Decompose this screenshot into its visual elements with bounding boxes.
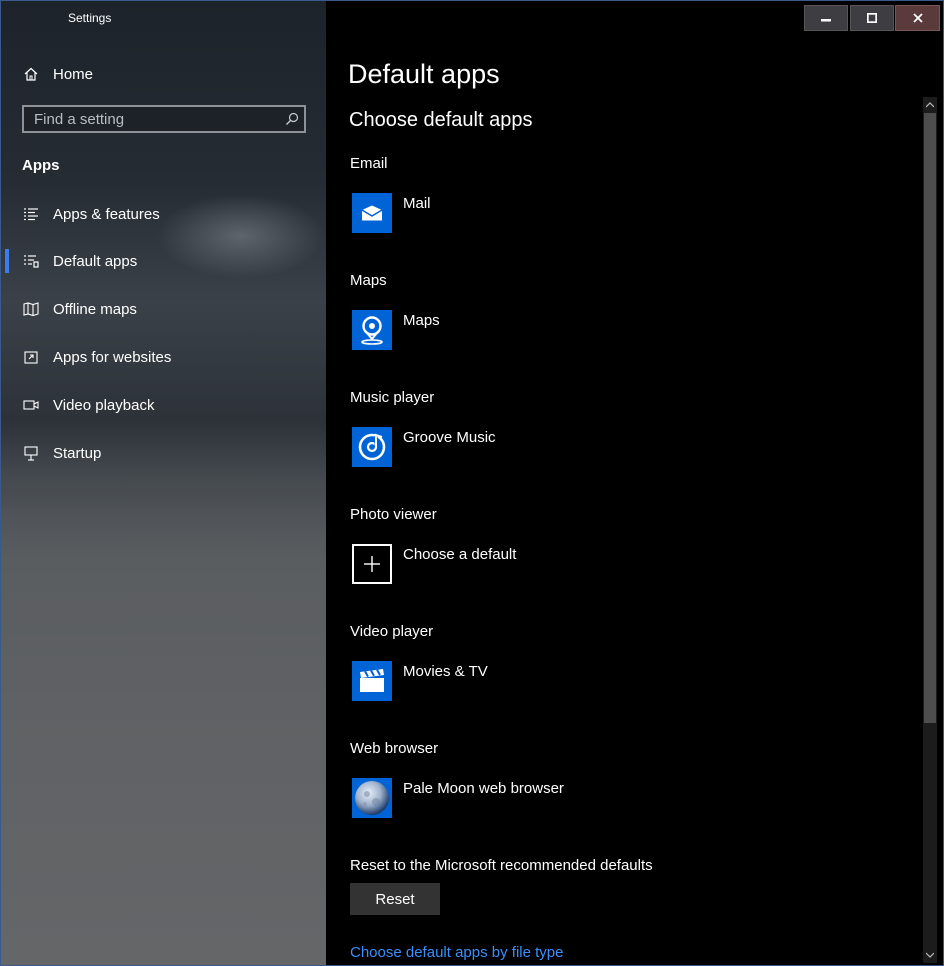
category-label-web-browser: Web browser bbox=[350, 740, 439, 757]
scroll-thumb[interactable] bbox=[924, 113, 936, 723]
home-label: Home bbox=[53, 65, 94, 83]
sidebar-item-label: Apps for websites bbox=[53, 348, 172, 366]
default-apps-icon bbox=[21, 253, 41, 269]
minimize-icon bbox=[821, 19, 831, 22]
sidebar-item-apps-features[interactable]: Apps & features bbox=[1, 202, 321, 226]
reset-button[interactable]: Reset bbox=[350, 883, 440, 915]
section-heading-apps: Apps bbox=[22, 157, 60, 174]
app-name: Movies & TV bbox=[403, 663, 488, 680]
minimize-button[interactable] bbox=[804, 5, 848, 31]
app-name: Groove Music bbox=[403, 429, 496, 446]
category-label-music-player: Music player bbox=[350, 389, 435, 406]
maps-pin-icon bbox=[352, 310, 392, 350]
maximize-icon bbox=[867, 13, 877, 23]
sidebar-item-apps-for-websites[interactable]: Apps for websites bbox=[1, 345, 321, 369]
default-app-web-browser[interactable]: Pale Moon web browser bbox=[352, 778, 564, 818]
sidebar-item-video-playback[interactable]: Video playback bbox=[1, 393, 321, 417]
video-camera-icon bbox=[21, 397, 41, 413]
app-name: Choose a default bbox=[403, 546, 517, 563]
category-label-photo-viewer: Photo viewer bbox=[350, 506, 437, 523]
reset-description: Reset to the Microsoft recommended defau… bbox=[350, 857, 653, 874]
default-app-email[interactable]: Mail bbox=[352, 193, 431, 233]
default-app-photo-viewer[interactable]: Choose a default bbox=[352, 544, 516, 584]
home-icon bbox=[21, 66, 41, 82]
settings-window: Settings Home Apps Apps & features bbox=[0, 0, 944, 966]
app-name: Mail bbox=[403, 195, 431, 212]
home-link[interactable]: Home bbox=[21, 63, 93, 85]
clapperboard-icon bbox=[352, 661, 392, 701]
app-name: Maps bbox=[403, 312, 440, 329]
search-box[interactable] bbox=[22, 105, 306, 133]
default-app-maps[interactable]: Maps bbox=[352, 310, 440, 350]
sidebar-item-startup[interactable]: Startup bbox=[1, 441, 321, 465]
search-input[interactable] bbox=[24, 109, 280, 129]
window-title: Settings bbox=[68, 11, 112, 25]
file-type-defaults-link[interactable]: Choose default apps by file type bbox=[350, 944, 563, 961]
open-in-app-icon bbox=[21, 349, 41, 365]
app-name: Pale Moon web browser bbox=[403, 780, 564, 797]
page-title: Default apps bbox=[348, 59, 500, 89]
category-label-video-player: Video player bbox=[350, 623, 434, 640]
mail-icon bbox=[352, 193, 392, 233]
main-content: Default apps Choose default apps Email M… bbox=[326, 1, 943, 965]
sidebar-item-label: Offline maps bbox=[53, 300, 137, 318]
plus-icon bbox=[352, 544, 392, 584]
list-icon bbox=[21, 206, 41, 222]
sidebar-item-offline-maps[interactable]: Offline maps bbox=[1, 297, 321, 321]
selection-indicator bbox=[5, 249, 9, 273]
sidebar-item-label: Video playback bbox=[53, 396, 155, 414]
category-label-email: Email bbox=[350, 155, 388, 172]
sidebar-item-default-apps[interactable]: Default apps bbox=[1, 249, 321, 273]
section-subtitle: Choose default apps bbox=[349, 109, 533, 131]
search-icon[interactable] bbox=[280, 112, 304, 126]
scrollbar[interactable] bbox=[923, 97, 937, 963]
scroll-up-arrow-icon[interactable] bbox=[923, 97, 937, 113]
sidebar-item-label: Default apps bbox=[53, 252, 138, 270]
groove-music-icon bbox=[352, 427, 392, 467]
default-app-video-player[interactable]: Movies & TV bbox=[352, 661, 488, 701]
startup-icon bbox=[21, 445, 41, 461]
map-icon bbox=[21, 301, 41, 317]
maximize-button[interactable] bbox=[850, 5, 894, 31]
pale-moon-icon bbox=[352, 778, 392, 818]
close-icon bbox=[912, 13, 923, 23]
sidebar-item-label: Startup bbox=[53, 444, 102, 462]
sidebar: Settings Home Apps Apps & features bbox=[1, 1, 326, 965]
close-button[interactable] bbox=[895, 5, 940, 31]
default-app-music-player[interactable]: Groove Music bbox=[352, 427, 496, 467]
category-label-maps: Maps bbox=[350, 272, 387, 289]
sidebar-item-label: Apps & features bbox=[53, 205, 160, 223]
scroll-down-arrow-icon[interactable] bbox=[923, 947, 937, 963]
